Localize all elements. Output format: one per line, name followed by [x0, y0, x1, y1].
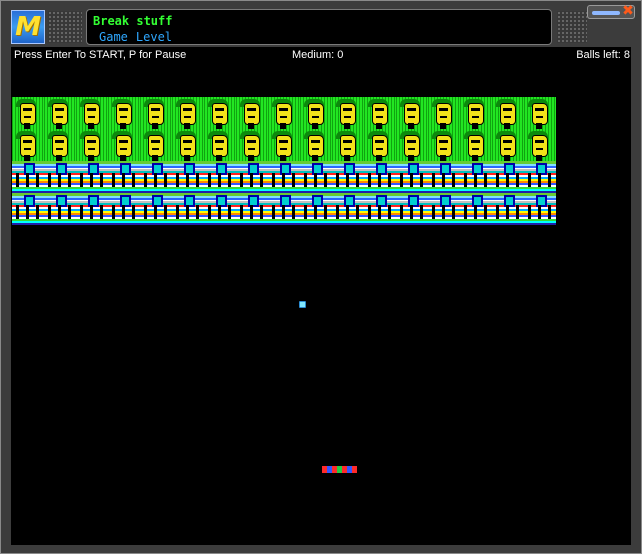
green-face-brick-icon	[396, 129, 428, 161]
striped-tech-brick-icon	[364, 193, 396, 225]
striped-tech-brick-icon	[268, 161, 300, 193]
window-grip-right[interactable]	[557, 11, 587, 43]
striped-tech-brick-icon	[76, 193, 108, 225]
app-title: Break stuff	[93, 14, 173, 28]
striped-tech-brick-icon	[364, 161, 396, 193]
green-face-brick-icon	[332, 97, 364, 129]
green-face-brick-icon	[204, 97, 236, 129]
menu-level[interactable]: Level	[136, 30, 172, 44]
striped-tech-brick-icon	[44, 161, 76, 193]
green-face-brick-icon	[492, 97, 524, 129]
paddle[interactable]	[322, 466, 357, 473]
green-face-brick-icon	[76, 97, 108, 129]
green-face-brick-icon	[428, 129, 460, 161]
green-face-brick-icon	[300, 97, 332, 129]
logo-letter: M	[15, 12, 41, 42]
green-face-brick-icon	[204, 129, 236, 161]
striped-tech-brick-icon	[140, 193, 172, 225]
green-face-brick-icon	[12, 129, 44, 161]
striped-tech-brick-icon	[204, 193, 236, 225]
game-board[interactable]: Press Enter To START, P for Pause Medium…	[11, 47, 631, 545]
striped-tech-brick-icon	[332, 161, 364, 193]
striped-tech-brick-icon	[140, 161, 172, 193]
green-face-brick-icon	[108, 129, 140, 161]
green-face-brick-icon	[172, 97, 204, 129]
striped-tech-brick-icon	[396, 161, 428, 193]
window-controls: ✖	[587, 3, 635, 19]
striped-tech-brick-icon	[492, 161, 524, 193]
striped-tech-brick-icon	[12, 161, 44, 193]
striped-tech-brick-icon	[300, 161, 332, 193]
green-face-brick-icon	[236, 129, 268, 161]
striped-tech-brick-icon	[332, 193, 364, 225]
green-face-brick-icon	[12, 97, 44, 129]
green-face-brick-icon	[140, 97, 172, 129]
striped-tech-brick-icon	[428, 193, 460, 225]
striped-tech-brick-icon	[396, 193, 428, 225]
striped-tech-brick-icon	[204, 161, 236, 193]
striped-tech-brick-icon	[460, 193, 492, 225]
striped-tech-brick-icon	[524, 193, 556, 225]
minimize-button[interactable]	[592, 11, 620, 15]
green-face-brick-icon	[428, 97, 460, 129]
green-face-brick-icon	[492, 129, 524, 161]
striped-tech-brick-icon	[428, 161, 460, 193]
striped-tech-brick-icon	[460, 161, 492, 193]
menu-bar: Game Level	[99, 30, 172, 44]
striped-tech-brick-icon	[524, 161, 556, 193]
green-face-brick-icon	[140, 129, 172, 161]
striped-tech-brick-icon	[236, 193, 268, 225]
score-text: Medium: 0	[292, 49, 344, 61]
game-window: M Break stuff Game Level ✖ Press Enter T…	[0, 0, 642, 554]
green-face-brick-icon	[44, 129, 76, 161]
striped-tech-brick-icon	[172, 193, 204, 225]
green-face-brick-icon	[268, 97, 300, 129]
green-face-brick-icon	[364, 129, 396, 161]
green-face-brick-icon	[172, 129, 204, 161]
striped-tech-brick-icon	[44, 193, 76, 225]
striped-tech-brick-icon	[76, 161, 108, 193]
striped-tech-brick-icon	[236, 161, 268, 193]
balls-left-text: Balls left: 8	[576, 49, 630, 61]
window-grip[interactable]	[48, 11, 82, 43]
striped-tech-brick-icon	[300, 193, 332, 225]
green-face-brick-icon	[268, 129, 300, 161]
green-face-brick-icon	[460, 129, 492, 161]
green-face-brick-icon	[236, 97, 268, 129]
app-logo-icon: M	[11, 10, 45, 44]
green-face-brick-icon	[364, 97, 396, 129]
green-face-brick-icon	[332, 129, 364, 161]
striped-tech-brick-icon	[172, 161, 204, 193]
green-face-brick-icon	[524, 129, 556, 161]
menu-game[interactable]: Game	[99, 30, 128, 44]
ball	[299, 301, 306, 308]
striped-tech-brick-icon	[108, 193, 140, 225]
instructions-text: Press Enter To START, P for Pause	[14, 49, 187, 61]
striped-tech-brick-icon	[268, 193, 300, 225]
striped-tech-brick-icon	[12, 193, 44, 225]
green-face-brick-icon	[460, 97, 492, 129]
green-face-brick-icon	[76, 129, 108, 161]
brick-grid	[12, 97, 556, 225]
striped-tech-brick-icon	[492, 193, 524, 225]
close-button[interactable]: ✖	[621, 3, 635, 19]
green-face-brick-icon	[396, 97, 428, 129]
green-face-brick-icon	[524, 97, 556, 129]
title-panel: Break stuff Game Level	[86, 9, 552, 45]
green-face-brick-icon	[300, 129, 332, 161]
green-face-brick-icon	[108, 97, 140, 129]
green-face-brick-icon	[44, 97, 76, 129]
striped-tech-brick-icon	[108, 161, 140, 193]
